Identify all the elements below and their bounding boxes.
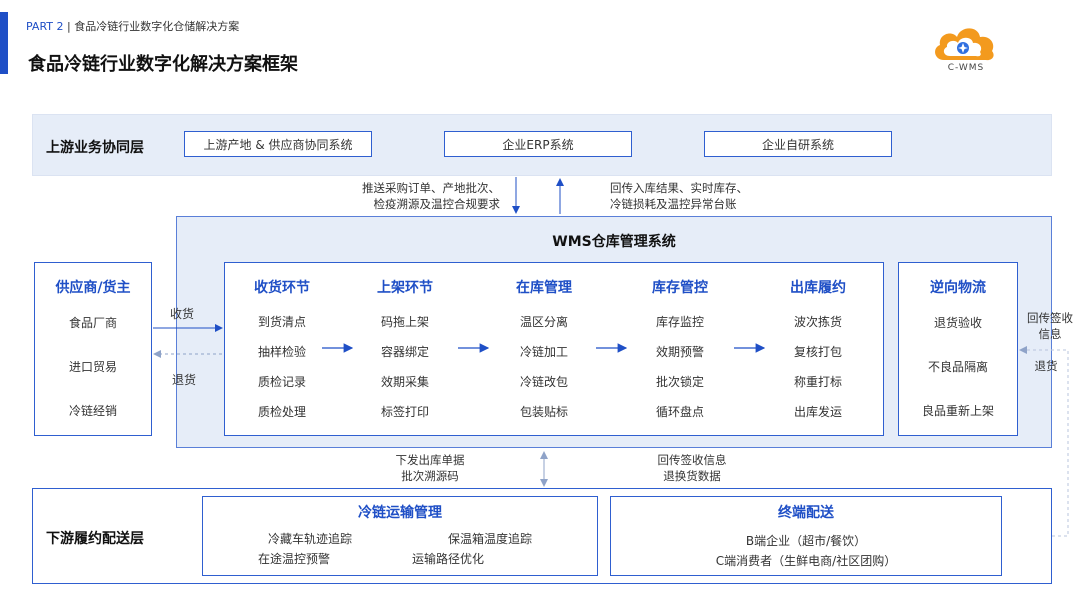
flow-arrows (153, 177, 1069, 537)
reverse-return-connector (1019, 346, 1069, 537)
